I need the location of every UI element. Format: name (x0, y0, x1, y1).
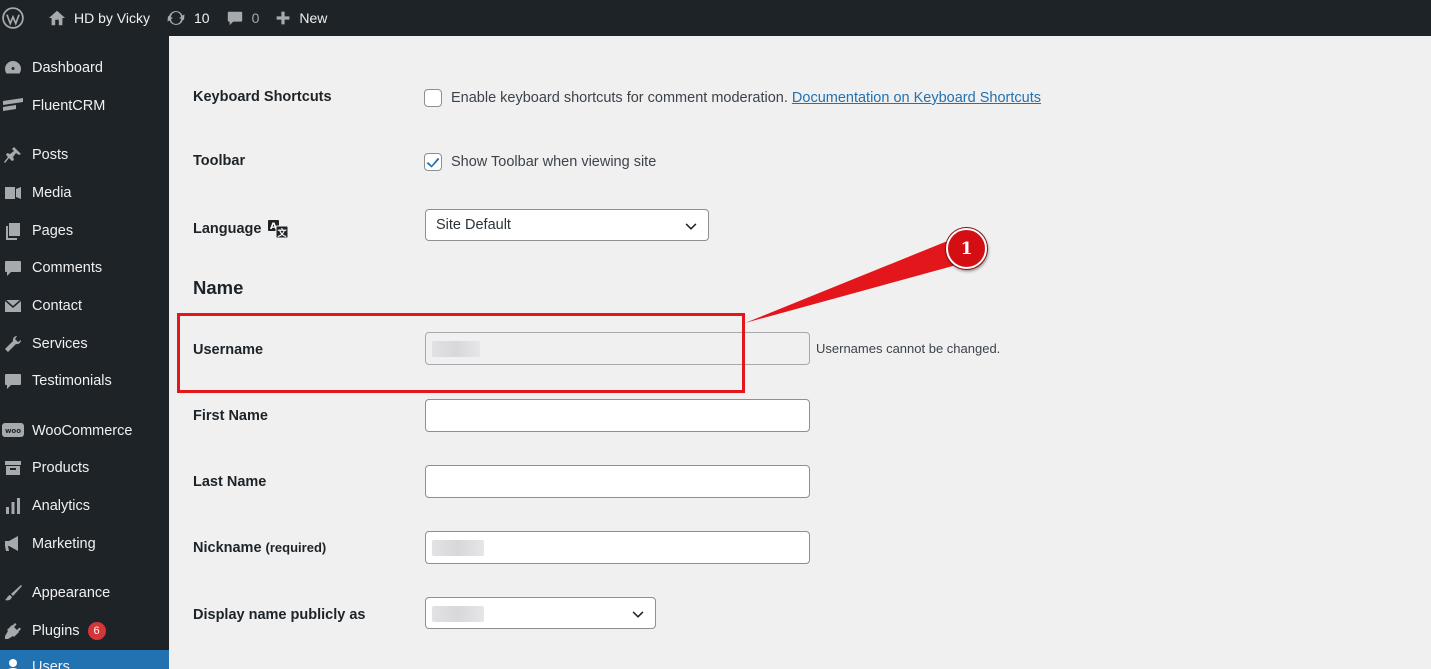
archive-icon (2, 457, 24, 479)
keyboard-shortcuts-checkbox[interactable] (424, 89, 442, 107)
new-content-button[interactable]: New (267, 0, 335, 36)
sidebar-item-label: Analytics (32, 498, 91, 514)
sidebar-item-appearance[interactable]: Appearance (0, 576, 169, 610)
new-label: New (299, 10, 328, 26)
last-name-input[interactable] (425, 465, 810, 498)
sidebar-item-testimonials[interactable]: Testimonials (0, 364, 169, 398)
keyboard-shortcuts-label: Keyboard Shortcuts (193, 89, 332, 105)
fluentcrm-icon (2, 95, 24, 117)
sidebar-item-label: WooCommerce (32, 423, 133, 439)
updates-icon (167, 10, 185, 26)
sidebar-item-label: Plugins (32, 623, 80, 639)
admin-bar: HD by Vicky 10 0 New (0, 0, 1431, 36)
keyboard-shortcuts-description: Enable keyboard shortcuts for comment mo… (451, 90, 788, 106)
woo-icon: woo (2, 420, 24, 442)
plugin-icon (2, 620, 24, 642)
plugins-update-badge: 6 (87, 622, 106, 640)
mail-icon (2, 295, 24, 317)
comment-icon (2, 370, 24, 392)
comment-bubble-icon (227, 11, 242, 26)
home-icon (48, 10, 66, 26)
site-name: HD by Vicky (74, 10, 150, 26)
comments-link[interactable]: 0 (218, 0, 268, 36)
paintbrush-icon (2, 582, 24, 604)
name-section-title: Name (193, 277, 244, 298)
sidebar-item-label: Dashboard (32, 60, 103, 76)
dashboard-icon (2, 57, 24, 79)
sidebar-item-marketing[interactable]: Marketing (0, 527, 169, 561)
sidebar-item-label: Marketing (32, 536, 96, 552)
sidebar-item-label: Posts (32, 147, 69, 163)
comments-count: 0 (251, 10, 260, 26)
sidebar-item-label: Comments (32, 260, 103, 276)
user-icon (2, 656, 24, 669)
toolbar-checkbox[interactable] (424, 153, 442, 171)
sidebar-item-plugins[interactable]: Plugins 6 (0, 614, 169, 648)
sidebar-item-dashboard[interactable]: Dashboard (0, 51, 169, 85)
nickname-label-row: Nickname (required) (193, 540, 326, 556)
wordpress-logo-icon (2, 7, 24, 29)
toolbar-label: Toolbar (193, 153, 246, 169)
media-icon (2, 182, 24, 204)
sidebar-item-fluentcrm[interactable]: FluentCRM (0, 89, 169, 123)
last-name-label: Last Name (193, 474, 267, 490)
display-name-select[interactable] (425, 597, 656, 629)
sidebar-item-pages[interactable]: Pages (0, 214, 169, 248)
sidebar-item-label: Media (32, 185, 72, 201)
toolbar-text: Show Toolbar when viewing site (451, 154, 657, 170)
svg-text:woo: woo (5, 427, 21, 435)
display-name-label: Display name publicly as (193, 607, 366, 623)
sidebar-item-services[interactable]: Services (0, 327, 169, 361)
site-name-link[interactable]: HD by Vicky (40, 0, 158, 36)
required-note: (required) (265, 540, 327, 555)
redacted-nickname (432, 540, 484, 556)
sidebar-item-contact[interactable]: Contact (0, 289, 169, 323)
first-name-input[interactable] (425, 399, 810, 432)
sidebar-item-users[interactable]: Users (0, 650, 169, 669)
nickname-input[interactable] (425, 531, 810, 564)
annotation-marker: 1 (946, 228, 987, 269)
sidebar-item-media[interactable]: Media (0, 176, 169, 210)
plus-icon (276, 11, 290, 25)
redacted-display-name (432, 606, 484, 622)
sidebar-item-posts[interactable]: Posts (0, 138, 169, 172)
language-select[interactable]: Site Default (425, 209, 709, 241)
wrench-icon (2, 333, 24, 355)
bar-chart-icon (2, 495, 24, 517)
username-description: Usernames cannot be changed. (816, 341, 1001, 356)
comment-icon (2, 257, 24, 279)
pin-icon (2, 144, 24, 166)
language-label-row: Language A文 (193, 219, 289, 239)
sidebar-item-label: Contact (32, 298, 82, 314)
svg-text:文: 文 (277, 227, 288, 239)
sidebar-item-label: Products (32, 460, 90, 476)
translation-icon: A文 (268, 220, 289, 239)
admin-sidebar: Dashboard FluentCRM Posts Media Pages Co… (0, 36, 169, 669)
annotation-highlight-box (177, 313, 745, 393)
sidebar-item-products[interactable]: Products (0, 451, 169, 485)
updates-count: 10 (193, 10, 210, 26)
sidebar-item-comments[interactable]: Comments (0, 251, 169, 285)
chevron-down-icon (632, 611, 644, 618)
nickname-label: Nickname (193, 540, 262, 556)
megaphone-icon (2, 533, 24, 555)
sidebar-item-woocommerce[interactable]: woo WooCommerce (0, 414, 169, 448)
sidebar-item-analytics[interactable]: Analytics (0, 489, 169, 523)
keyboard-shortcuts-text: Enable keyboard shortcuts for comment mo… (451, 90, 1041, 106)
sidebar-item-label: Pages (32, 223, 74, 239)
sidebar-item-label: Testimonials (32, 373, 112, 389)
checkmark-icon (426, 157, 440, 168)
sidebar-item-label: Services (32, 336, 88, 352)
sidebar-item-label: Users (32, 659, 70, 669)
wordpress-logo-button[interactable] (0, 0, 30, 36)
sidebar-item-label: FluentCRM (32, 98, 106, 114)
pages-icon (2, 220, 24, 242)
language-selected-value: Site Default (436, 217, 511, 233)
keyboard-shortcuts-docs-link[interactable]: Documentation on Keyboard Shortcuts (792, 90, 1041, 106)
sidebar-item-label: Appearance (32, 585, 111, 601)
first-name-label: First Name (193, 408, 268, 424)
chevron-down-icon (685, 223, 697, 230)
language-label: Language (193, 221, 262, 237)
updates-link[interactable]: 10 (158, 0, 218, 36)
